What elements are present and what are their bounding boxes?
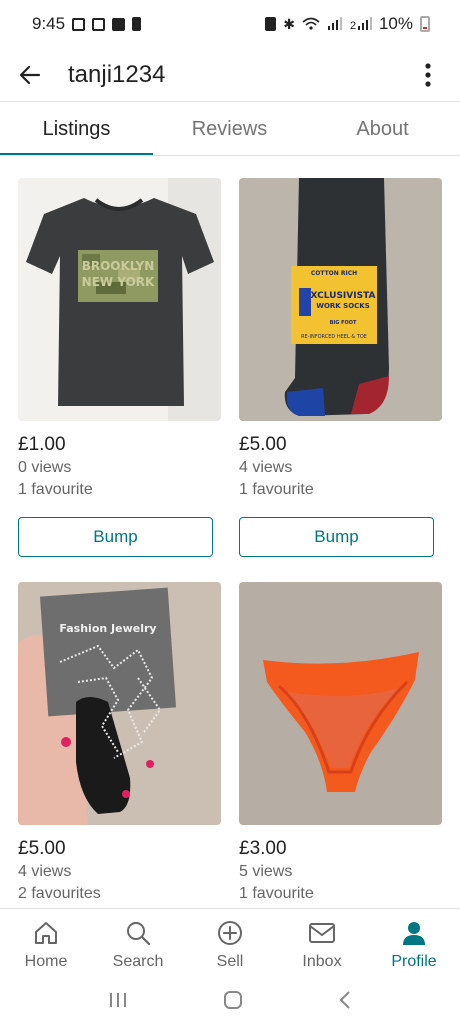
status-bar: 9:45 ✱ 2 10% [0, 0, 460, 48]
recent-apps-button[interactable] [108, 991, 128, 1014]
listing-photo[interactable]: BROOKLYN NEW YORK [18, 178, 221, 421]
nav-sell-label: Sell [216, 953, 244, 970]
socks-photo: COTTON RICH XCLUSIVISTA WORK SOCKS BIG F… [239, 178, 442, 421]
tag-text: XCLUSIVISTA [311, 291, 376, 301]
card-text: Fashion Jewelry [59, 622, 156, 635]
signal-icon [327, 17, 342, 30]
notification-icon [72, 17, 86, 31]
listing-card[interactable]: Fashion Jewelry £5.00 4 views 2 favourit… [18, 582, 221, 905]
listing-views: 5 views [239, 863, 293, 880]
tag-text: COTTON RICH [311, 270, 357, 277]
listing-card[interactable]: £3.00 5 views 1 favourite [239, 582, 442, 905]
listing-favourites: 1 favourite [239, 481, 314, 498]
arrow-left-icon [19, 65, 41, 85]
listing-price: £5.00 [18, 838, 66, 859]
tab-about[interactable]: About [306, 102, 459, 156]
bottom-navigation: Home Search Sell Inbox Profile [0, 908, 460, 980]
wifi-icon [302, 17, 320, 30]
status-left: 9:45 [32, 14, 142, 34]
listing-price: £5.00 [239, 434, 287, 455]
listing-photo[interactable]: Fashion Jewelry [18, 582, 221, 825]
tag-text: BIG FOOT [330, 320, 357, 326]
listing-favourites: 2 favourites [18, 885, 101, 902]
nav-search[interactable]: Search [92, 909, 184, 980]
nav-profile[interactable]: Profile [368, 909, 460, 980]
notification-icon [92, 17, 106, 31]
image-icon [112, 17, 126, 31]
alert-icon [132, 17, 142, 31]
home-icon [32, 919, 60, 947]
status-time: 9:45 [32, 14, 66, 33]
signal-icon: 2 [350, 17, 372, 31]
lock-icon [265, 17, 277, 31]
nav-home[interactable]: Home [0, 909, 92, 980]
tag-text: RE-INFORCED HEEL & TOE [301, 334, 367, 340]
status-right: ✱ 2 10% [265, 14, 430, 34]
mail-icon [308, 919, 336, 947]
chevron-left-icon [339, 990, 351, 1009]
system-back-button[interactable] [338, 990, 352, 1015]
battery-percent: 10% [378, 14, 413, 33]
more-vertical-icon [425, 63, 431, 87]
listing-card[interactable]: COTTON RICH XCLUSIVISTA WORK SOCKS BIG F… [239, 178, 442, 557]
nav-home-label: Home [24, 953, 68, 970]
listing-photo[interactable] [239, 582, 442, 825]
nav-inbox[interactable]: Inbox [276, 909, 368, 980]
tag-text: WORK SOCKS [316, 302, 370, 310]
listing-favourites: 1 favourite [239, 885, 314, 902]
listing-card[interactable]: BROOKLYN NEW YORK £1.00 0 views 1 favour… [18, 178, 221, 557]
tab-reviews[interactable]: Reviews [153, 102, 306, 156]
listing-views: 0 views [18, 459, 72, 476]
listing-photo[interactable]: COTTON RICH XCLUSIVISTA WORK SOCKS BIG F… [239, 178, 442, 421]
page-title: tanji1234 [68, 61, 166, 88]
bikini-photo [239, 582, 442, 825]
bump-button[interactable]: Bump [18, 517, 213, 557]
profile-tabs: Listings Reviews About [0, 102, 460, 156]
nav-search-label: Search [112, 953, 164, 970]
system-navigation [0, 980, 460, 1024]
listing-views: 4 views [239, 459, 293, 476]
more-options-button[interactable] [408, 55, 448, 95]
listing-views: 4 views [18, 863, 72, 880]
home-system-button[interactable] [223, 990, 243, 1015]
tab-listings[interactable]: Listings [0, 102, 153, 156]
battery-icon [420, 16, 430, 32]
listing-price: £1.00 [18, 434, 66, 455]
tab-divider [0, 155, 460, 156]
bluetooth-icon: ✱ [283, 15, 295, 32]
profile-icon [400, 919, 428, 947]
listing-price: £3.00 [239, 838, 287, 859]
print-text: BROOKLYN [82, 259, 155, 273]
nav-profile-label: Profile [391, 953, 437, 970]
nav-sell[interactable]: Sell [184, 909, 276, 980]
plus-circle-icon [216, 919, 244, 947]
app-header: tanji1234 [0, 48, 460, 102]
listings-grid: BROOKLYN NEW YORK £1.00 0 views 1 favour… [18, 178, 442, 908]
search-icon [124, 919, 152, 947]
back-button[interactable] [10, 55, 50, 95]
tshirt-photo: BROOKLYN NEW YORK [18, 178, 221, 421]
recent-apps-icon [109, 992, 126, 1007]
jewelry-photo: Fashion Jewelry [18, 582, 221, 825]
svg-text:2: 2 [350, 20, 356, 31]
home-circle-icon [223, 990, 242, 1009]
bump-button[interactable]: Bump [239, 517, 434, 557]
nav-inbox-label: Inbox [302, 953, 342, 970]
listing-favourites: 1 favourite [18, 481, 93, 498]
print-text: NEW YORK [82, 275, 155, 289]
